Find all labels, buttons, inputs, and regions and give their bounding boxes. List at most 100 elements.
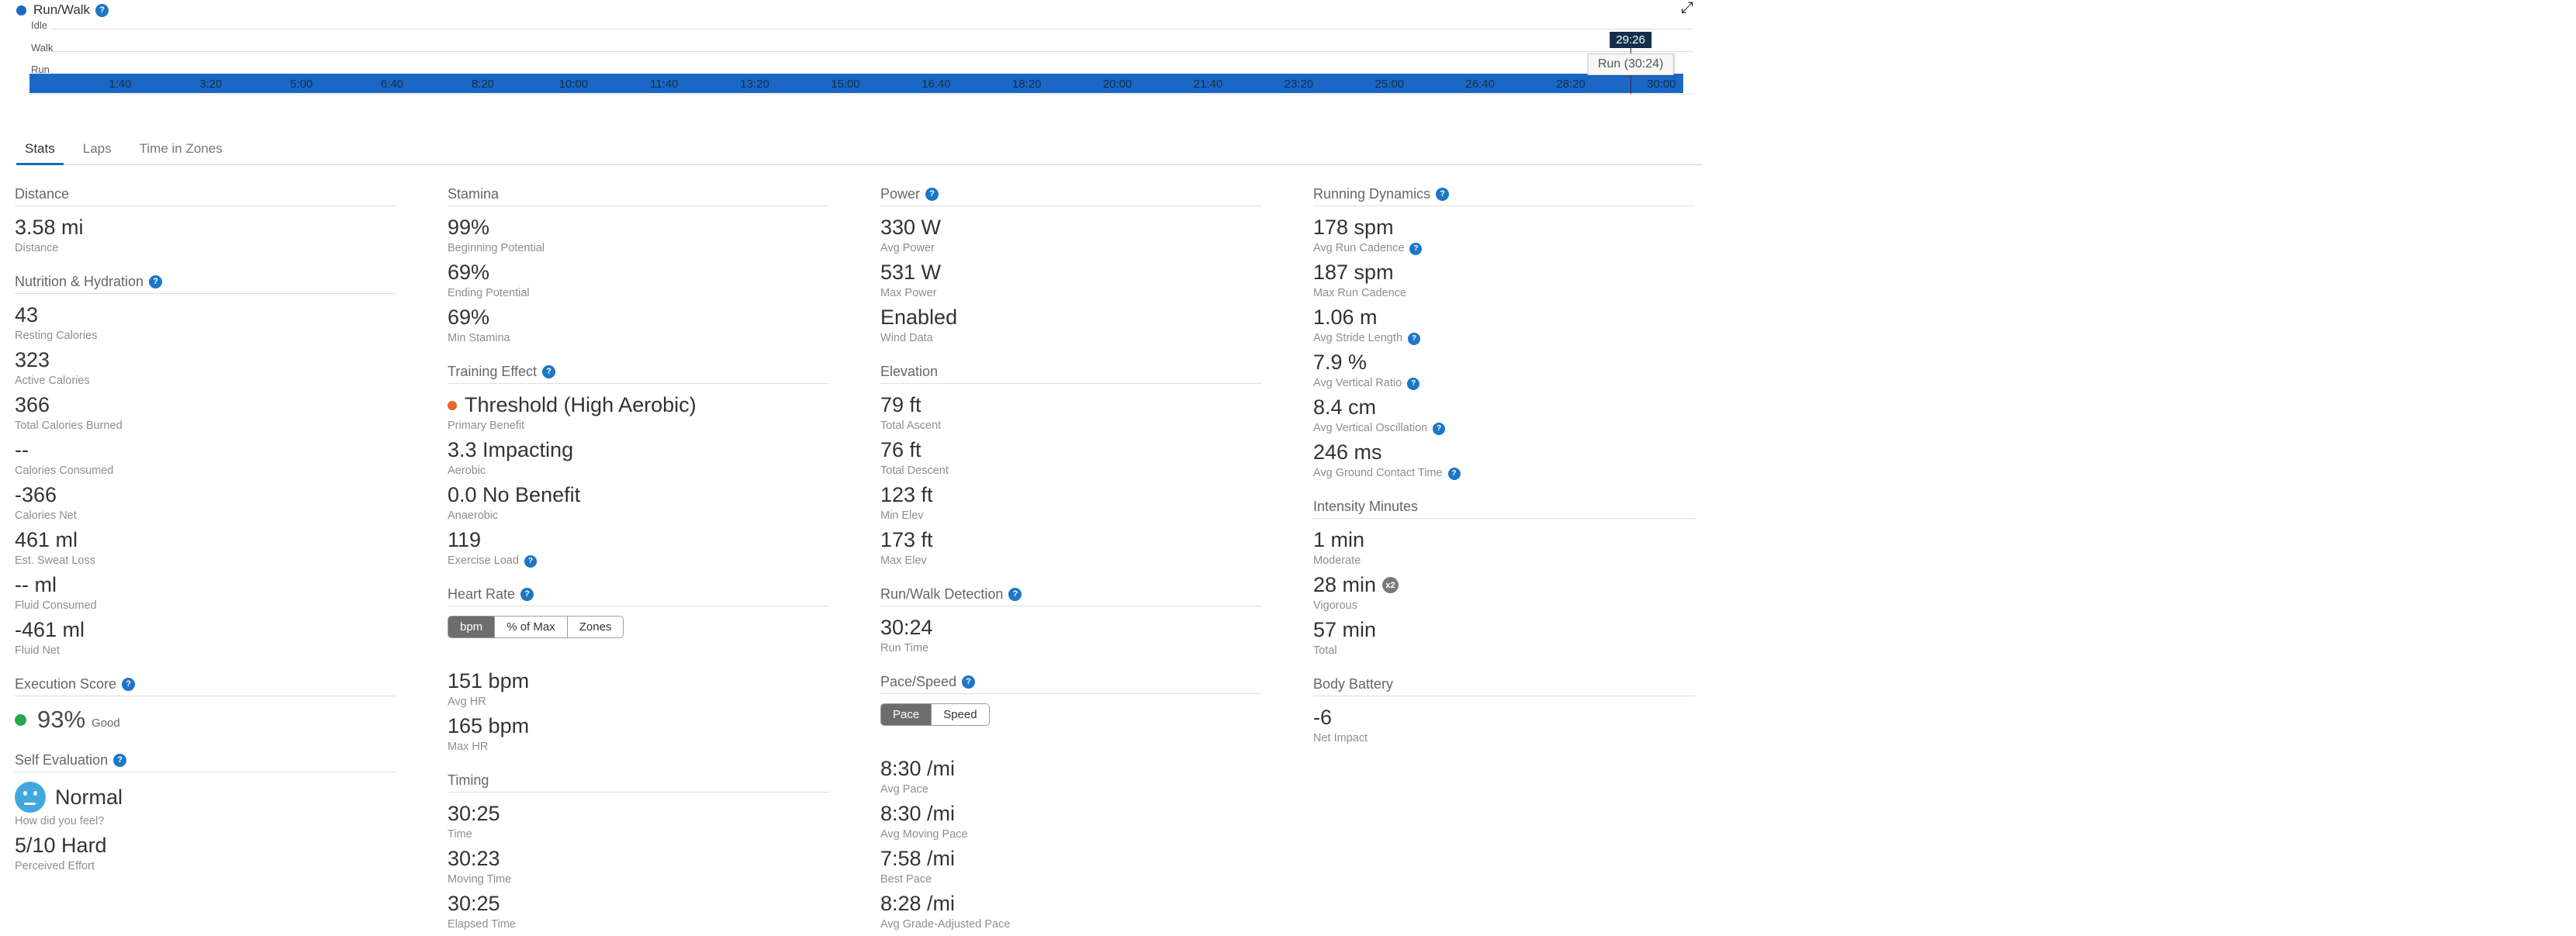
- metric-distance: 3.58 miDistance: [15, 216, 396, 255]
- metric-value: 178 spm: [1313, 216, 1394, 240]
- help-icon[interactable]: ?: [520, 588, 534, 601]
- metric-total: 57 minTotal: [1313, 618, 1695, 658]
- metric-label: Avg Grade-Adjusted Pace: [880, 918, 1262, 931]
- metric-value: 30:24: [880, 616, 933, 640]
- tab-bar: Stats Laps Time in Zones: [16, 136, 1703, 165]
- metric-value: 7:58 /mi: [880, 847, 955, 871]
- axis-tick-label: 18:20: [1012, 78, 1042, 91]
- metric-run-time: 30:24Run Time: [880, 616, 1262, 655]
- metric-vigorous: 28 minx2Vigorous: [1313, 573, 1695, 613]
- chart-baseline: [29, 94, 1693, 95]
- metric-value: 330 W: [880, 216, 941, 240]
- axis-tick-label: 3:20: [199, 78, 222, 91]
- metric-value: 1 min: [1313, 528, 1364, 552]
- metric-label: Avg HR: [448, 696, 829, 709]
- metric-label: Best Pace: [880, 873, 1262, 886]
- help-icon[interactable]: ?: [962, 675, 975, 689]
- chart-row-label-walk: Walk: [31, 42, 53, 54]
- metric-value: 119: [448, 528, 481, 552]
- help-icon[interactable]: ?: [1408, 333, 1420, 345]
- section-title: Elevation: [880, 364, 938, 379]
- help-icon[interactable]: ?: [524, 555, 537, 568]
- tab-stats[interactable]: Stats: [16, 136, 64, 165]
- section-title: Distance: [15, 186, 69, 202]
- section-elevation: Elevation79 ftTotal Ascent76 ftTotal Des…: [880, 364, 1262, 568]
- runwalk-bar[interactable]: 1:403:205:006:408:2010:0011:4013:2015:00…: [29, 74, 1683, 93]
- metric-value: 93%: [37, 706, 85, 734]
- metric-avg-hr: 151 bpmAvg HR: [448, 669, 829, 709]
- help-icon[interactable]: ?: [542, 365, 555, 378]
- section-title: Heart Rate: [448, 586, 515, 602]
- metric-value: 531 W: [880, 261, 941, 285]
- metric-value: 28 min: [1313, 573, 1376, 597]
- metric-resting-calories: 43Resting Calories: [15, 303, 396, 343]
- help-icon[interactable]: ?: [1433, 423, 1445, 435]
- section-heart-rate: Heart Rate? bpm% of MaxZones 151 bpmAvg HR…: [448, 586, 829, 754]
- metric-label: Avg Power: [880, 242, 1262, 255]
- metric-min-elev: 123 ftMin Elev: [880, 483, 1262, 523]
- help-icon[interactable]: ?: [1436, 188, 1449, 201]
- help-icon[interactable]: ?: [95, 4, 109, 17]
- metric-value: 8.4 cm: [1313, 395, 1376, 420]
- metric-label: Aerobic: [448, 465, 829, 478]
- help-icon[interactable]: ?: [1448, 468, 1461, 480]
- axis-tick-label: 11:40: [650, 78, 678, 91]
- metric-label: Vigorous: [1313, 599, 1695, 613]
- metric-value: 76 ft: [880, 438, 921, 462]
- metric-active-calories: 323 Active Calories: [15, 348, 396, 388]
- metric-beginning-potential: 99%Beginning Potential: [448, 216, 829, 255]
- segment-pace[interactable]: Pace: [881, 704, 931, 725]
- metric-value: 323: [15, 348, 50, 372]
- metric-moderate: 1 minModerate: [1313, 528, 1695, 568]
- metric-label: Avg Stride Length?: [1313, 332, 1695, 345]
- runwalk-chart: Run/Walk ? ⤢ Idle Walk Run 1:403:205:006…: [0, 0, 1693, 124]
- help-icon[interactable]: ?: [113, 754, 126, 767]
- axis-tick-label: 30:00: [1647, 78, 1676, 91]
- section-title: Execution Score: [15, 676, 116, 692]
- metric-exercise-load: 119Exercise Load?: [448, 528, 829, 568]
- metric-label: Anaerobic: [448, 509, 829, 523]
- metric-total-descent: 76 ft Total Descent: [880, 438, 1262, 478]
- help-icon[interactable]: ?: [925, 188, 939, 201]
- metric-label: Active Calories: [15, 375, 396, 388]
- metric-label: Elapsed Time: [448, 918, 829, 931]
- metric-perceived-effort: 5/10 HardPerceived Effort: [15, 834, 396, 873]
- segmented-control: bpm% of MaxZones: [448, 616, 624, 638]
- metric-avg-power: 330 W Avg Power: [880, 216, 1262, 255]
- expand-icon[interactable]: ⤢: [1681, 0, 1693, 16]
- benefit-dot: [448, 401, 457, 410]
- metric-calories-net: -366Calories Net: [15, 483, 396, 523]
- metric-value: Normal: [55, 786, 123, 810]
- chart-tooltip-time: 29:26: [1610, 32, 1651, 48]
- axis-tick-label: 16:40: [921, 78, 951, 91]
- metric-value: 30:25: [448, 892, 500, 916]
- metric-label: Net Impact: [1313, 732, 1695, 745]
- segment-zones[interactable]: Zones: [567, 617, 624, 637]
- axis-tick-label: 10:00: [559, 78, 589, 91]
- segment-speed[interactable]: Speed: [931, 704, 988, 725]
- metric-label: Fluid Consumed: [15, 599, 396, 613]
- help-icon[interactable]: ?: [1409, 243, 1422, 255]
- metric-label: Avg Vertical Oscillation?: [1313, 422, 1695, 435]
- metric-label: Primary Benefit: [448, 420, 829, 433]
- gridline-walk: [51, 51, 1693, 52]
- tab-laps[interactable]: Laps: [74, 136, 120, 165]
- metric-value: 57 min: [1313, 618, 1376, 642]
- metric-value: 43: [15, 303, 38, 327]
- section-title: Self Evaluation: [15, 752, 108, 768]
- metric-value: 8:30 /mi: [880, 802, 955, 826]
- help-icon[interactable]: ?: [1407, 378, 1419, 390]
- axis-tick-label: 15:00: [831, 78, 860, 91]
- segment-bpm[interactable]: bpm: [448, 617, 494, 637]
- metric-value: 5/10 Hard: [15, 834, 107, 858]
- metric-label: Total Descent: [880, 465, 1262, 478]
- help-icon[interactable]: ?: [149, 275, 162, 288]
- segment-of-max[interactable]: % of Max: [494, 617, 567, 637]
- metric-avg-vertical-ratio: 7.9 %Avg Vertical Ratio?: [1313, 351, 1695, 390]
- metric-label: Avg Moving Pace: [880, 828, 1262, 841]
- help-icon[interactable]: ?: [122, 678, 135, 691]
- metric-max-elev: 173 ftMax Elev: [880, 528, 1262, 568]
- tab-time-in-zones[interactable]: Time in Zones: [131, 136, 231, 165]
- axis-tick-label: 6:40: [381, 78, 403, 91]
- help-icon[interactable]: ?: [1008, 588, 1022, 601]
